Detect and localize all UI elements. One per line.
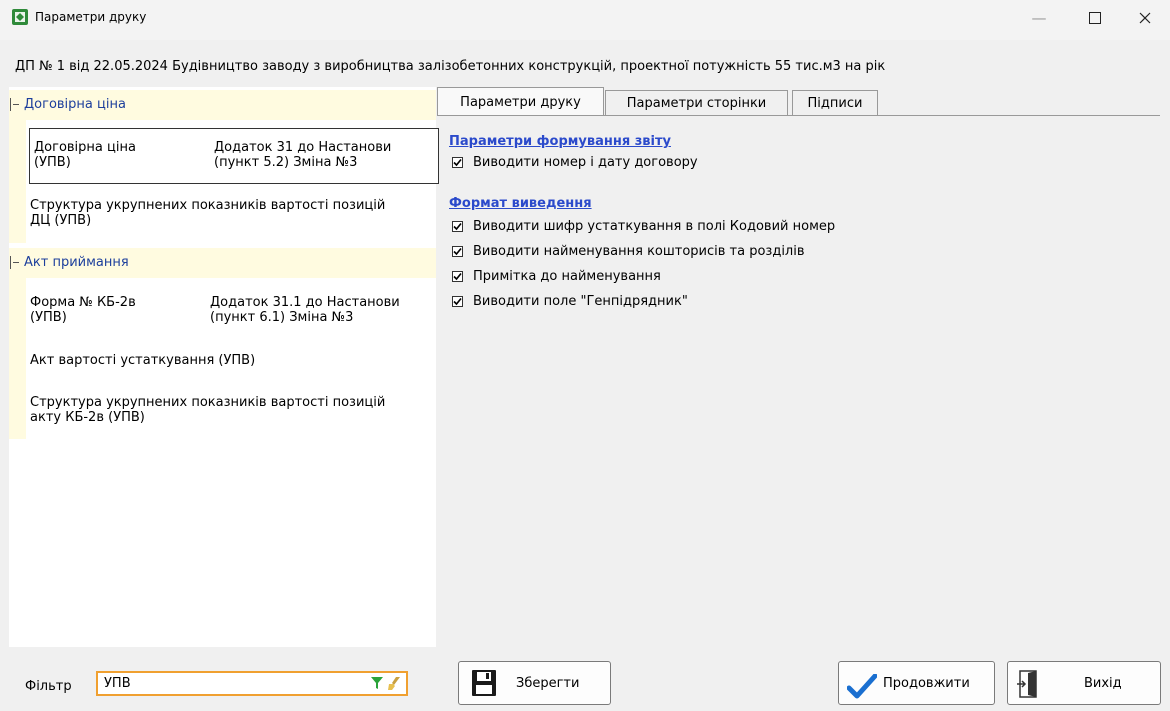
option-estimate-names[interactable]: Виводити найменування кошторисів та розд…	[452, 244, 805, 259]
exit-button-label: Вихід	[1084, 676, 1122, 691]
window-title: Параметри друку	[35, 10, 147, 24]
exit-button[interactable]: Вихід	[1007, 661, 1161, 705]
option-name-note[interactable]: Примітка до найменування	[452, 269, 661, 284]
item-title: Форма № КБ-2в	[30, 295, 136, 310]
exit-door-icon	[1016, 670, 1040, 702]
collapse-icon[interactable]	[10, 256, 22, 269]
option-label: Виводити найменування кошторисів та розд…	[473, 244, 805, 259]
checkbox[interactable]	[452, 271, 463, 282]
maximize-icon[interactable]	[1072, 0, 1118, 36]
tab-label: Підписи	[807, 95, 863, 111]
filter-input[interactable]	[102, 675, 356, 692]
tree-group-label: Договірна ціна	[24, 97, 126, 112]
report-tree[interactable]: Договірна ціна Договірна ціна (УПВ) Дода…	[9, 87, 439, 647]
option-general-contractor[interactable]: Виводити поле "Генпідрядник"	[452, 294, 688, 309]
tree-indent-bar	[9, 274, 26, 439]
option-label: Виводити поле "Генпідрядник"	[473, 294, 688, 309]
item-subtitle: ДЦ (УПВ)	[30, 213, 92, 228]
option-label: Виводити номер і дату договору	[473, 155, 698, 170]
floppy-disk-icon	[471, 669, 497, 701]
title-bar: Параметри друку —	[0, 0, 1170, 40]
tab-page-params[interactable]: Параметри сторінки	[605, 90, 788, 115]
tab-label: Параметри сторінки	[626, 95, 767, 111]
tab-divider	[437, 115, 1160, 116]
tab-signatures[interactable]: Підписи	[792, 90, 878, 115]
minimize-icon[interactable]: —	[1016, 0, 1062, 36]
tree-item-structure-kb2v[interactable]: Структура укрупнених показників вартості…	[26, 385, 436, 437]
item-subtitle: (УПВ)	[34, 155, 71, 170]
tab-print-params[interactable]: Параметри друку	[437, 87, 604, 116]
item-title: Структура укрупнених показників вартості…	[30, 395, 386, 410]
tree-item-structure-dc[interactable]: Структура укрупнених показників вартості…	[26, 197, 436, 237]
filter-funnel-icon[interactable]	[370, 676, 384, 694]
collapse-icon[interactable]	[10, 98, 22, 111]
continue-button-label: Продовжити	[883, 676, 970, 691]
checkmark-icon	[846, 673, 878, 704]
item-subtitle: акту КБ-2в (УПВ)	[30, 410, 145, 425]
filter-label: Фільтр	[25, 679, 72, 694]
item-title: Договірна ціна	[34, 140, 136, 155]
item-ref-detail: (пункт 5.2) Зміна №3	[214, 155, 358, 170]
continue-button[interactable]: Продовжити	[838, 661, 995, 705]
save-button-label: Зберегти	[516, 676, 580, 691]
tree-indent-bar	[9, 117, 26, 243]
item-subtitle: (УПВ)	[30, 310, 67, 325]
item-ref-detail: (пункт 6.1) Зміна №3	[210, 310, 354, 325]
clear-filter-icon[interactable]	[386, 675, 402, 695]
tab-label: Параметри друку	[460, 94, 581, 110]
checkbox[interactable]	[452, 296, 463, 307]
tree-item-form-kb2v[interactable]: Форма № КБ-2в (УПВ) Додаток 31.1 до Наст…	[26, 287, 436, 332]
filter-field[interactable]	[96, 671, 408, 696]
item-ref: Додаток 31 до Настанови	[214, 140, 392, 155]
item-ref: Додаток 31.1 до Настанови	[210, 295, 400, 310]
checkbox[interactable]	[452, 246, 463, 257]
close-icon[interactable]	[1122, 0, 1168, 36]
app-icon	[12, 9, 28, 25]
tree-group-acceptance-act[interactable]: Акт приймання	[9, 248, 436, 278]
option-label: Виводити шифр устаткування в полі Кодови…	[473, 219, 836, 234]
tree-group-label: Акт приймання	[24, 255, 129, 270]
section-format-title: Формат виведення	[449, 196, 592, 211]
option-contract-number[interactable]: Виводити номер і дату договору	[452, 155, 698, 170]
item-title: Структура укрупнених показників вартості…	[30, 198, 386, 213]
option-label: Примітка до найменування	[473, 269, 661, 284]
section-report-title: Параметри формування звіту	[449, 134, 671, 149]
save-button[interactable]: Зберегти	[458, 661, 611, 705]
document-info: ДП № 1 від 22.05.2024 Будівництво заводу…	[15, 59, 886, 74]
item-title: Акт вартості устаткування (УПВ)	[30, 353, 256, 368]
option-equipment-code[interactable]: Виводити шифр устаткування в полі Кодови…	[452, 219, 835, 234]
tree-item-contract-price[interactable]: Договірна ціна (УПВ) Додаток 31 до Наста…	[29, 128, 439, 184]
checkbox[interactable]	[452, 221, 463, 232]
tree-item-equipment-act[interactable]: Акт вартості устаткування (УПВ)	[26, 345, 436, 375]
checkbox[interactable]	[452, 157, 463, 168]
tree-group-contract-price[interactable]: Договірна ціна	[9, 90, 436, 120]
